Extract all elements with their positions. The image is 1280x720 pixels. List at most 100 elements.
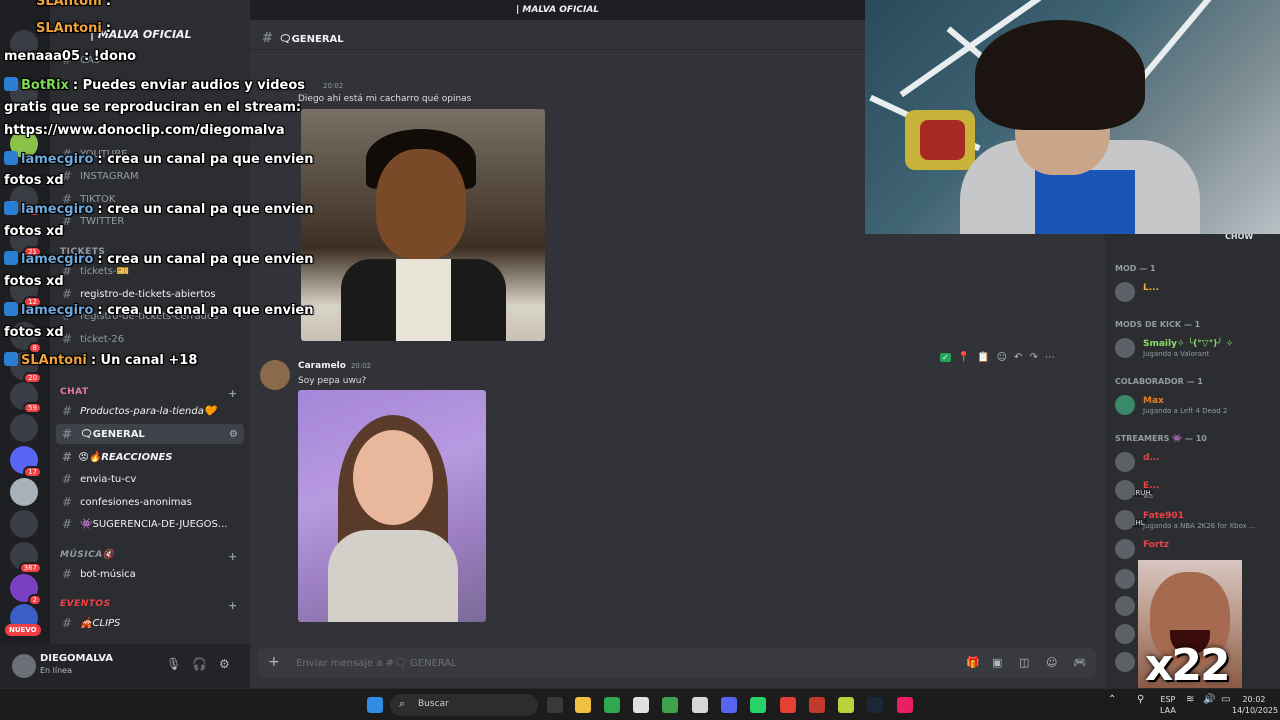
channel-item[interactable]: # 👾SUGERENCIA-DE-JUEGOS...: [56, 514, 244, 534]
language-indicator[interactable]: ESP LAA: [1160, 694, 1176, 716]
avatar: [1115, 510, 1135, 530]
channel-item-general[interactable]: # 🗨GENERAL ⚙: [56, 424, 244, 444]
member-item[interactable]: L...: [1115, 282, 1275, 304]
apps-icon[interactable]: 🎮: [1073, 656, 1087, 669]
channel-settings-icon[interactable]: ⚙: [229, 429, 238, 440]
minecraft-icon[interactable]: [662, 697, 678, 713]
server-icon[interactable]: 4: [10, 30, 42, 62]
channel-item[interactable]: # 🎪CLIPS: [56, 613, 244, 633]
category-chat[interactable]: CHAT +: [60, 387, 237, 400]
add-channel-icon[interactable]: +: [228, 599, 238, 612]
channel-item[interactable]: # CAS: [56, 50, 244, 70]
avatar[interactable]: [260, 360, 290, 390]
channel-item[interactable]: # TWITTER: [56, 211, 244, 231]
window-title: | MALVA OFICIAL: [250, 0, 865, 20]
pin-icon[interactable]: 📍: [958, 352, 970, 363]
clipboard-icon[interactable]: 📋: [977, 352, 989, 363]
sticker-icon[interactable]: ◫: [1019, 656, 1029, 669]
member-item[interactable]: Max Jugando a Left 4 Dead 2: [1115, 395, 1275, 417]
emoji-icon[interactable]: ☺: [997, 352, 1007, 363]
member-item[interactable]: Fate901⚡AXHLJugando a NBA 2K26 for Xbox …: [1115, 510, 1275, 532]
member-group-title: COLABORADOR — 1: [1115, 377, 1203, 386]
member-item[interactable]: E... 😡 BRUH wa: [1115, 480, 1275, 502]
member-item[interactable]: Smaily✧ ╰(°▽°)╯ ✧ Jugando a Valorant: [1115, 338, 1275, 360]
channel-item[interactable]: # tickets-🎫: [56, 261, 244, 281]
category-eventos[interactable]: EVENTOS +: [60, 599, 237, 612]
tiktok-icon[interactable]: [897, 697, 913, 713]
avatar[interactable]: [12, 654, 36, 678]
task-view-icon[interactable]: [547, 697, 563, 713]
more-icon[interactable]: ⋯: [1045, 352, 1055, 363]
windows-start-icon[interactable]: [367, 697, 383, 713]
gift-icon[interactable]: 🎁: [966, 656, 980, 669]
server-icon[interactable]: 21: [10, 226, 42, 258]
message-timestamp: 20:02: [323, 82, 344, 90]
channel-item[interactable]: # registro-de-tickets-abiertos: [56, 284, 244, 304]
emoji-icon[interactable]: ☺: [1046, 656, 1057, 669]
whatsapp-icon[interactable]: [750, 697, 766, 713]
channel-item[interactable]: # Productos-para-la-tienda🧡: [56, 401, 244, 421]
member-item[interactable]: Fortz: [1115, 539, 1275, 561]
xbox-icon[interactable]: [604, 697, 620, 713]
chevron-up-icon[interactable]: ⌃: [1108, 694, 1116, 705]
steam-icon[interactable]: [867, 697, 883, 713]
server-icon[interactable]: 2: [10, 574, 42, 606]
message-image[interactable]: [301, 109, 545, 341]
taskbar-search[interactable]: ⌕ Buscar: [390, 694, 538, 716]
headphones-icon[interactable]: 🎧: [192, 657, 207, 671]
server-icon[interactable]: [10, 80, 38, 108]
user-name[interactable]: DIEGOMALVA: [40, 653, 113, 664]
battery-icon[interactable]: ▭: [1221, 694, 1230, 705]
channel-item[interactable]: # envia-tu-cv: [56, 469, 244, 489]
gif-icon[interactable]: ▣: [992, 656, 1002, 669]
reply-icon[interactable]: ↶: [1014, 352, 1022, 363]
server-icon[interactable]: 20: [10, 352, 42, 384]
app-icon[interactable]: [809, 697, 825, 713]
channel-item[interactable]: # bot-música: [56, 564, 244, 584]
channel-item[interactable]: # YOUTUBE: [56, 144, 244, 164]
server-icon[interactable]: 8: [10, 322, 42, 354]
channel-item[interactable]: # ticket-26: [56, 329, 244, 349]
member-group-title: STREAMERS 👾 — 10: [1115, 434, 1207, 443]
meme-multiplier: x22: [1145, 640, 1231, 691]
channel-item[interactable]: # confesiones-anonimas: [56, 492, 244, 512]
server-icon[interactable]: 17: [10, 446, 42, 478]
server-name[interactable]: | MALVA OFICIAL: [50, 28, 250, 48]
channel-item[interactable]: # TIKTOK: [56, 189, 244, 209]
gear-icon[interactable]: ⚙: [219, 657, 230, 671]
checkmark-icon[interactable]: ✓: [940, 352, 951, 362]
app-icon[interactable]: [692, 697, 708, 713]
server-icon[interactable]: 59: [10, 382, 42, 414]
chrome-icon[interactable]: [780, 697, 796, 713]
add-channel-icon[interactable]: +: [228, 387, 238, 400]
microphone-icon[interactable]: 🎙: [166, 657, 181, 671]
server-icon[interactable]: [10, 510, 38, 538]
server-icon[interactable]: [10, 478, 38, 506]
server-icon[interactable]: 367: [10, 542, 42, 574]
clock[interactable]: 20:02 14/10/2025: [1232, 694, 1278, 716]
volume-icon[interactable]: 🔊: [1203, 694, 1215, 705]
forward-icon[interactable]: ↷: [1029, 352, 1037, 363]
server-icon[interactable]: 12: [10, 276, 42, 308]
category-tickets[interactable]: TICKETS: [60, 247, 105, 257]
category-musica[interactable]: MÚSICA🔇 +: [60, 550, 237, 563]
member-item[interactable]: d...: [1115, 452, 1275, 474]
message-actions: ✓ 📍 📋 ☺ ↶ ↷ ⋯: [940, 348, 1055, 366]
discord-icon[interactable]: [721, 697, 737, 713]
channel-item[interactable]: # INSTAGRAM: [56, 166, 244, 186]
location-icon[interactable]: ⚲: [1137, 694, 1144, 705]
message-image[interactable]: [298, 390, 486, 622]
file-explorer-icon[interactable]: [575, 697, 591, 713]
server-icon[interactable]: [10, 130, 38, 158]
server-icon[interactable]: 5: [10, 185, 42, 217]
channel-item[interactable]: # 😡🔥REACCIONES: [56, 447, 244, 467]
store-icon[interactable]: [633, 697, 649, 713]
app-icon[interactable]: [838, 697, 854, 713]
wifi-icon[interactable]: ≋: [1186, 694, 1194, 705]
channel-item[interactable]: # registro-de-tickets-cerrados: [56, 306, 244, 326]
add-channel-icon[interactable]: +: [228, 550, 238, 563]
add-attachment-icon[interactable]: +: [268, 654, 280, 670]
message-author[interactable]: Caramelo 20:02: [298, 361, 371, 371]
server-icon[interactable]: [10, 414, 38, 442]
message-input[interactable]: [296, 654, 896, 672]
